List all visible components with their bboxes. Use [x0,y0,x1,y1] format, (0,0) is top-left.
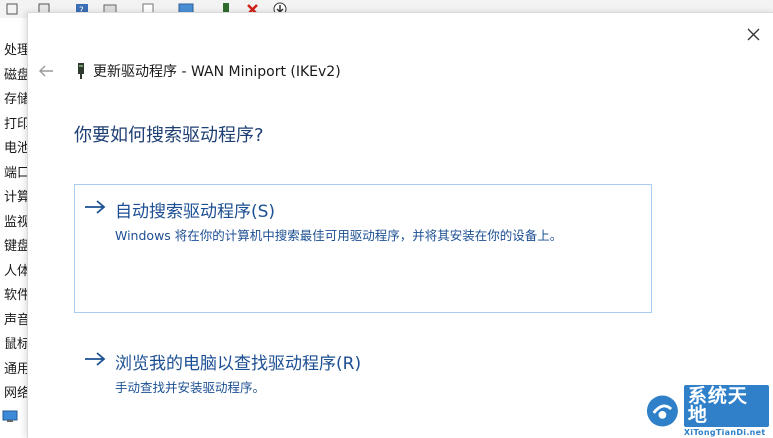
tree-item[interactable]: 磁盘 [4,64,27,83]
page-heading: 你要如何搜索驱动程序? [74,125,264,146]
site-watermark: 系统天地 XiTongTianDi.net [645,385,769,437]
tree-item[interactable]: 网络 [4,382,27,401]
update-driver-dialog: 更新驱动程序 - WAN Miniport (IKEv2) 你要如何搜索驱动程序… [27,12,773,438]
tree-item[interactable]: 通用 [4,358,27,377]
tree-item[interactable]: 端口 [4,162,27,181]
tree-item[interactable]: 声音 [4,309,27,328]
tree-item[interactable]: 打印 [4,113,27,132]
back-button[interactable] [36,62,56,80]
option-title: 自动搜索驱动程序(S) [115,202,276,222]
option-title: 浏览我的电脑以查找驱动程序(R) [115,354,362,374]
tree-item[interactable]: 监视 [4,211,27,230]
close-icon [747,28,759,40]
dialog-title: 更新驱动程序 - WAN Miniport (IKEv2) [93,64,341,80]
option-description: Windows 将在你的计算机中搜索最佳可用驱动程序，并将其安装在你的设备上。 [115,228,563,243]
tree-item[interactable]: 鼠标 [4,333,27,352]
tree-item[interactable]: 软件 [4,284,27,303]
tree-item[interactable]: 电池 [4,137,27,156]
arrow-right-icon [85,200,106,214]
arrow-right-icon [85,352,106,366]
tree-item[interactable]: 处理 [4,39,27,58]
tree-item[interactable]: 人体 [4,260,27,279]
search-automatically-option[interactable]: 自动搜索驱动程序(S) Windows 将在你的计算机中搜索最佳可用驱动程序，并… [74,184,652,313]
dialog-title-row: 更新驱动程序 - WAN Miniport (IKEv2) [75,61,341,81]
watermark-title: 系统天地 [683,385,769,427]
background-device-tree: 处理 磁盘 存储 打印 电池 端口 计算 监视 键盘 人体 软件 声音 鼠标 通… [0,18,27,437]
toolbar-icon-1[interactable] [4,2,20,16]
watermark-subtitle: XiTongTianDi.net [683,428,766,437]
device-icon [78,63,84,79]
option-description: 手动查找并安装驱动程序。 [115,380,266,395]
watermark-logo-icon [646,395,678,427]
back-arrow-icon [39,65,53,77]
tree-item[interactable]: 键盘 [4,235,27,254]
network-adapter-icon [2,410,18,422]
tree-item[interactable]: 计算 [4,186,27,205]
tree-item[interactable]: 存储 [4,88,27,107]
browse-my-computer-option[interactable]: 浏览我的电脑以查找驱动程序(R) 手动查找并安装驱动程序。 [74,336,652,408]
close-button[interactable] [740,21,766,47]
